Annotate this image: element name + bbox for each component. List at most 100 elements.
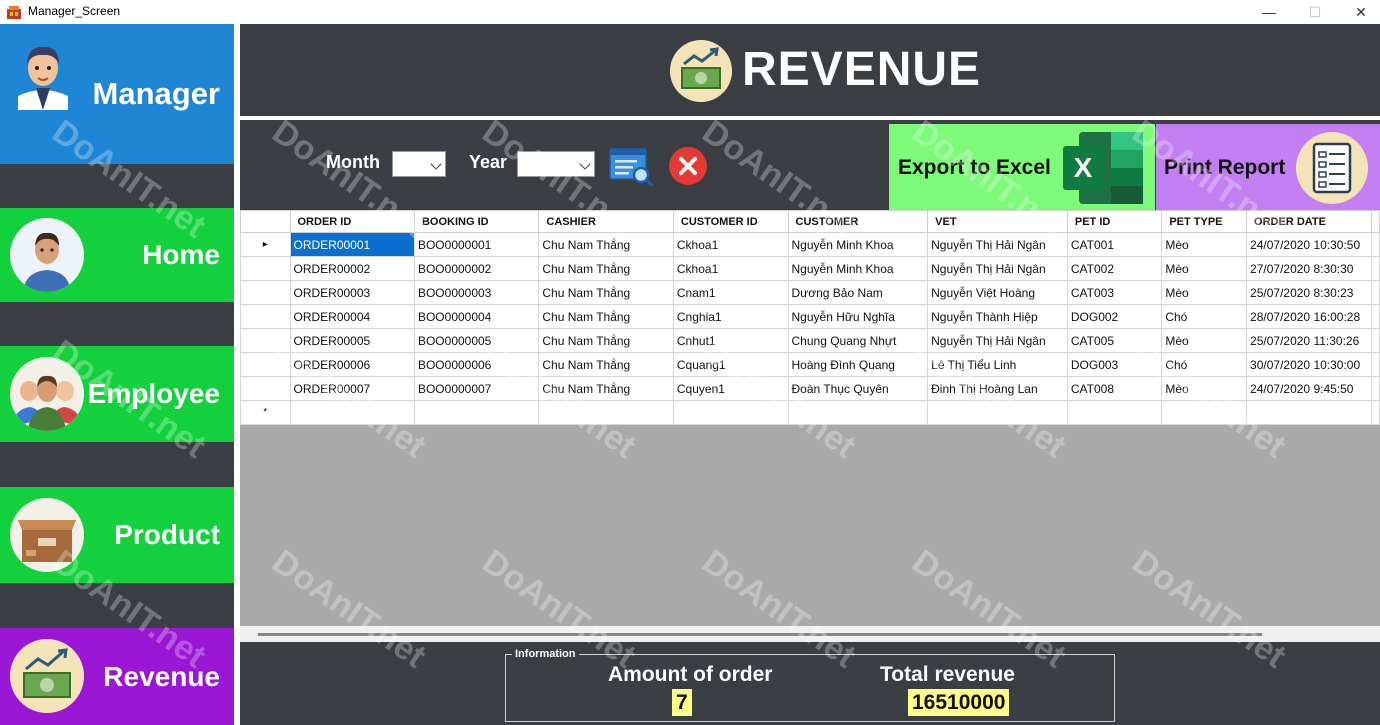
table-cell[interactable] (413, 400, 540, 425)
table-cell[interactable]: 24/07/2020 9:45:50 (1246, 376, 1372, 401)
table-cell[interactable]: Chu Nam Thắng (538, 280, 674, 305)
table-cell[interactable]: Mèo (1161, 328, 1248, 353)
table-cell[interactable]: ORDER00004 (289, 304, 415, 329)
table-cell[interactable] (927, 400, 1068, 425)
table-cell[interactable]: BOO0000004 (413, 304, 540, 329)
table-cell[interactable] (1066, 400, 1163, 425)
table-cell[interactable]: ORDER00003 (289, 280, 415, 305)
maximize-button[interactable]: ☐ (1292, 0, 1338, 24)
table-cell[interactable]: Cnghia1 (672, 304, 789, 329)
table-cell[interactable]: CAT005 (1066, 328, 1163, 353)
table-cell[interactable]: Nguyễn Thành Hiệp (927, 304, 1068, 329)
scrollbar-thumb[interactable] (258, 633, 1262, 636)
table-cell[interactable]: Mèo (1161, 376, 1248, 401)
table-cell[interactable]: 28/07/2020 16:00:28 (1246, 304, 1372, 329)
column-header[interactable]: CUSTOMER ID (672, 210, 789, 233)
table-cell[interactable]: Chó (1161, 352, 1248, 377)
table-cell[interactable]: DOG003 (1066, 352, 1163, 377)
clear-x-icon[interactable] (668, 146, 708, 186)
table-cell[interactable]: Dương Bảo Nam (787, 280, 929, 305)
table-cell[interactable]: 27/07/2020 8:30:30 (1246, 256, 1372, 281)
table-row[interactable]: ORDER00002 BOO0000002 Chu Nam Thắng Ckhoa1 N… (240, 256, 1380, 281)
table-row[interactable]: ORDER00006 BOO0000006 Chu Nam Thắng Cquang1… (240, 352, 1380, 377)
table-cell[interactable]: Chó (1161, 304, 1248, 329)
table-cell[interactable]: ORDER00001 (289, 232, 415, 257)
year-select[interactable] (517, 151, 595, 177)
row-header[interactable]: * (240, 400, 291, 425)
table-cell[interactable] (289, 400, 415, 425)
table-cell[interactable]: ORDER00005 (289, 328, 415, 353)
table-cell[interactable]: BOO0000002 (413, 256, 540, 281)
table-cell[interactable]: Chu Nam Thắng (538, 256, 674, 281)
sidebar-item-revenue[interactable]: Revenue (0, 628, 234, 725)
table-cell[interactable]: Nguyễn Minh Khoa (787, 256, 929, 281)
table-cell[interactable]: Cquang1 (672, 352, 789, 377)
search-list-icon[interactable] (608, 146, 656, 188)
table-cell[interactable]: Hoàng Đình Quang (787, 352, 929, 377)
sidebar-item-product[interactable]: Product (0, 487, 234, 583)
minimize-button[interactable]: — (1246, 0, 1292, 24)
new-row[interactable]: * (240, 400, 1380, 425)
column-header[interactable]: PET TYPE (1161, 210, 1248, 233)
table-cell[interactable]: BOO0000003 (413, 280, 540, 305)
table-cell[interactable]: Nguyễn Thị Hải Ngân (927, 232, 1068, 257)
table-cell[interactable]: BOO0000007 (413, 376, 540, 401)
table-cell[interactable]: Nguyễn Hữu Nghĩa (787, 304, 929, 329)
month-select[interactable] (392, 151, 446, 177)
table-cell[interactable]: ORDER00006 (289, 352, 415, 377)
orders-grid[interactable]: ORDER ID BOOKING ID CASHIER CUSTOMER ID CUST… (240, 210, 1380, 626)
table-cell[interactable] (672, 400, 789, 425)
table-cell[interactable]: Đoàn Thục Quyên (787, 376, 929, 401)
table-cell[interactable] (538, 400, 674, 425)
table-cell[interactable]: ORDER00007 (289, 376, 415, 401)
table-cell[interactable]: Ckhoa1 (672, 232, 789, 257)
table-cell[interactable]: Cnhut1 (672, 328, 789, 353)
column-header[interactable]: PET ID (1066, 210, 1163, 233)
table-cell[interactable]: Ckhoa1 (672, 256, 789, 281)
table-cell[interactable]: 30/07/2020 10:30:00 (1246, 352, 1372, 377)
table-cell[interactable]: Chu Nam Thắng (538, 328, 674, 353)
table-cell[interactable]: Mèo (1161, 256, 1248, 281)
row-header[interactable] (240, 376, 291, 401)
table-cell[interactable]: Chu Nam Thắng (538, 232, 674, 257)
table-cell[interactable]: ORDER00002 (289, 256, 415, 281)
sidebar-item-manager[interactable]: Manager (0, 24, 234, 164)
close-button[interactable]: ✕ (1338, 0, 1380, 24)
column-header[interactable]: VET (927, 210, 1068, 233)
table-cell[interactable] (787, 400, 929, 425)
table-cell[interactable]: CAT002 (1066, 256, 1163, 281)
table-cell[interactable]: BOO0000005 (413, 328, 540, 353)
table-cell[interactable]: 25/07/2020 11:30:26 (1246, 328, 1372, 353)
column-header[interactable]: ORDER DATE (1246, 210, 1372, 233)
table-cell[interactable] (1370, 400, 1380, 425)
table-cell[interactable]: CAT008 (1066, 376, 1163, 401)
column-header[interactable]: ORDER ID (289, 210, 415, 233)
table-cell[interactable]: Lê Thị Tiểu Linh (927, 352, 1068, 377)
table-cell[interactable]: Đinh Thị Hoàng Lan (927, 376, 1068, 401)
table-cell[interactable]: Cquyen1 (672, 376, 789, 401)
table-cell[interactable]: 25/07/2020 8:30:23 (1246, 280, 1372, 305)
table-cell[interactable]: Chung Quang Nhựt (787, 328, 929, 353)
table-cell[interactable]: Nguyễn Thị Hải Ngân (927, 328, 1068, 353)
table-cell[interactable]: CAT003 (1066, 280, 1163, 305)
table-cell[interactable]: BOO0000006 (413, 352, 540, 377)
table-cell[interactable]: CAT001 (1066, 232, 1163, 257)
table-cell[interactable]: Chu Nam Thắng (538, 376, 674, 401)
table-cell[interactable]: Chu Nam Thắng (538, 352, 674, 377)
table-cell[interactable]: BOO0000001 (413, 232, 540, 257)
table-cell[interactable] (1246, 400, 1372, 425)
table-cell[interactable]: 24/07/2020 10:30:50 (1246, 232, 1372, 257)
export-excel-button[interactable]: Export to Excel X (889, 124, 1155, 210)
row-header[interactable] (240, 304, 291, 329)
table-cell[interactable]: Nguyễn Việt Hoàng (927, 280, 1068, 305)
column-header[interactable]: CUSTOMER (787, 210, 929, 233)
table-row[interactable]: ORDER00007 BOO0000007 Chu Nam Thắng Cquyen1… (240, 376, 1380, 401)
table-cell[interactable]: Mèo (1161, 232, 1248, 257)
table-row[interactable]: ▸ ORDER00001 BOO0000001 Chu Nam Thắng Ckhoa1… (240, 232, 1380, 257)
row-header[interactable] (240, 256, 291, 281)
table-cell[interactable]: Mèo (1161, 280, 1248, 305)
table-cell[interactable]: Nguyễn Thị Hải Ngân (927, 256, 1068, 281)
table-row[interactable]: ORDER00005 BOO0000005 Chu Nam Thắng Cnhut1 C… (240, 328, 1380, 353)
column-header[interactable]: BOOKING ID (413, 210, 540, 233)
grid-corner-header[interactable] (240, 210, 291, 233)
